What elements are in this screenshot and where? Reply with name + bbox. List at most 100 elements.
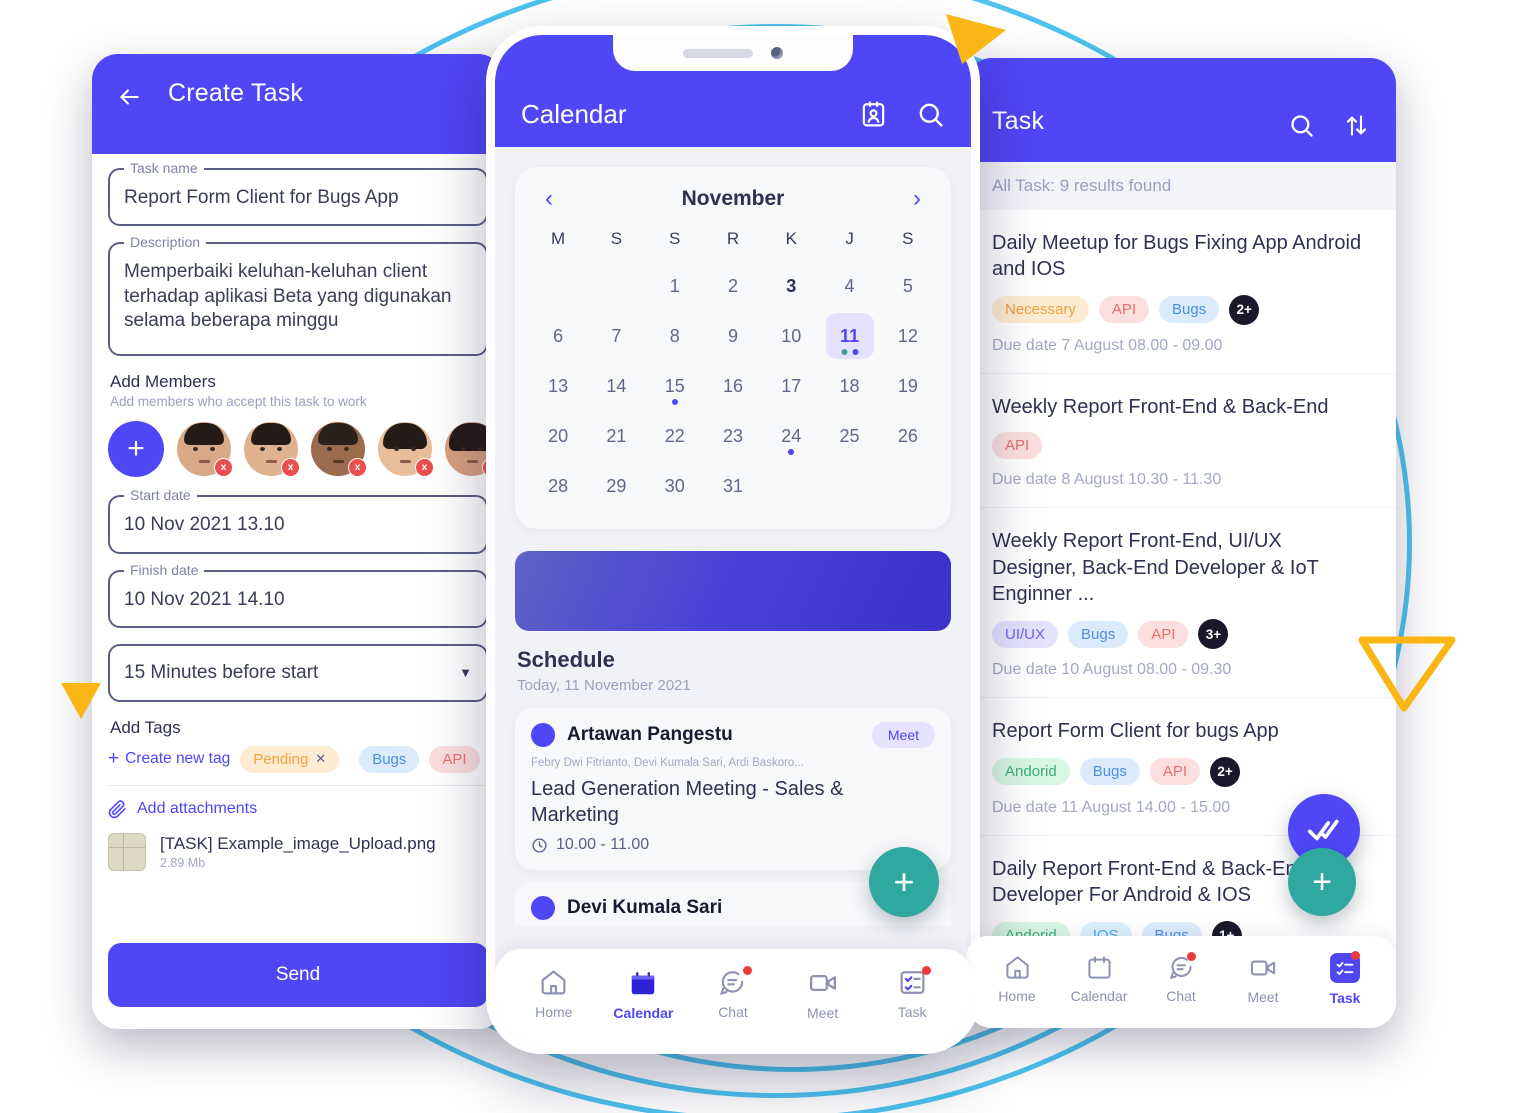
status-badge[interactable]: Meet: [871, 722, 935, 748]
calendar-day-18[interactable]: 18: [820, 361, 878, 411]
calendar-blank-cell: [587, 261, 645, 311]
calendar-day-5[interactable]: 5: [879, 261, 937, 311]
sort-arrows-icon[interactable]: [1343, 112, 1370, 139]
calendar-event-dots: [788, 449, 795, 455]
tab-chat[interactable]: Chat: [1140, 952, 1222, 1004]
status-badge[interactable]: Bugs: [1159, 296, 1220, 324]
calendar-day-31[interactable]: 31: [704, 461, 762, 511]
calendar-day-25[interactable]: 25: [820, 411, 878, 461]
attachment-item[interactable]: [TASK] Example_image_Upload.png 2.89 Mb: [108, 832, 488, 871]
list-item[interactable]: Artawan Pangestu Meet Febry Dwi Fitriant…: [515, 708, 951, 871]
search-icon[interactable]: [1288, 112, 1315, 139]
avatar[interactable]: x: [311, 422, 367, 478]
calendar-day-14[interactable]: 14: [587, 361, 645, 411]
reminder-select[interactable]: 15 Minutes before start ▼: [108, 643, 488, 702]
calendar-day-11[interactable]: 11: [820, 311, 878, 361]
promo-banner[interactable]: [515, 551, 951, 631]
tab-chat[interactable]: Chat: [688, 966, 778, 1020]
calendar-day-30[interactable]: 30: [646, 461, 704, 511]
calendar-day-3[interactable]: 3: [762, 261, 820, 311]
chip-overflow-count[interactable]: 3+: [1198, 619, 1229, 650]
tab-meet[interactable]: Meet: [1222, 954, 1304, 1005]
tab-calendar[interactable]: Calendar: [599, 968, 689, 1021]
calendar-day-26[interactable]: 26: [879, 411, 937, 461]
send-button[interactable]: Send: [108, 943, 488, 1007]
table-row[interactable]: Daily Meetup for Bugs Fixing App Android…: [966, 210, 1396, 374]
status-badge[interactable]: UI/UX: [992, 620, 1059, 648]
calendar-day-10[interactable]: 10: [762, 311, 820, 361]
chevron-left-icon[interactable]: ‹: [539, 187, 559, 211]
composition-stage: Create Task Task name Report Form Client…: [0, 0, 1536, 1113]
remove-member-icon[interactable]: x: [281, 458, 300, 478]
calendar-day-24[interactable]: 24: [762, 411, 820, 461]
avatar[interactable]: x: [244, 422, 300, 478]
chip-overflow-count[interactable]: 2+: [1210, 756, 1241, 787]
calendar-blank-cell: [529, 261, 587, 311]
chevron-right-icon[interactable]: ›: [907, 187, 927, 211]
task-name-field[interactable]: Task name Report Form Client for Bugs Ap…: [108, 160, 488, 227]
calendar-day-label: 10: [781, 325, 802, 346]
finish-date-field[interactable]: Finish date 10 Nov 2021 14.10: [108, 561, 488, 628]
calendar-day-28[interactable]: 28: [529, 461, 587, 511]
calendar-day-16[interactable]: 16: [704, 361, 762, 411]
calendar-day-17[interactable]: 17: [762, 361, 820, 411]
add-member-button[interactable]: +: [108, 421, 164, 478]
calendar-day-1[interactable]: 1: [646, 261, 704, 311]
tab-task[interactable]: Task: [1304, 950, 1386, 1006]
remove-member-icon[interactable]: x: [214, 458, 233, 478]
table-row[interactable]: Weekly Report Front-End & Back-End API D…: [966, 374, 1396, 509]
calendar-day-19[interactable]: 19: [879, 361, 937, 411]
status-badge[interactable]: Bugs: [1068, 620, 1129, 648]
calendar-day-9[interactable]: 9: [704, 311, 762, 361]
status-badge[interactable]: Necessary: [992, 296, 1089, 324]
description-field[interactable]: Description Memperbaiki keluhan-keluhan …: [108, 234, 488, 357]
calendar-day-29[interactable]: 29: [587, 461, 645, 511]
remove-member-icon[interactable]: x: [348, 458, 367, 478]
status-badge[interactable]: API: [1149, 758, 1201, 786]
tag-chip-api[interactable]: API: [429, 745, 480, 773]
close-icon[interactable]: ✕: [315, 751, 326, 767]
plus-icon: +: [893, 861, 915, 902]
calendar-day-7[interactable]: 7: [587, 311, 645, 361]
status-badge[interactable]: API: [1138, 620, 1189, 648]
create-new-tag-button[interactable]: + Create new tag: [108, 748, 230, 770]
status-badge[interactable]: API: [1098, 296, 1150, 324]
tab-home[interactable]: Home: [509, 968, 599, 1020]
calendar-day-2[interactable]: 2: [704, 261, 762, 311]
calendar-day-21[interactable]: 21: [587, 411, 645, 461]
status-badge[interactable]: Bugs: [1079, 758, 1140, 786]
start-date-field[interactable]: Start date 10 Nov 2021 13.10: [108, 487, 488, 554]
calendar-day-4[interactable]: 4: [820, 261, 878, 311]
calendar-day-12[interactable]: 12: [879, 311, 937, 361]
tab-calendar[interactable]: Calendar: [1058, 954, 1140, 1004]
chevron-down-icon[interactable]: ▼: [459, 665, 472, 680]
avatar[interactable]: x: [177, 422, 233, 478]
tag-chip-pending[interactable]: Pending ✕: [240, 745, 340, 773]
calendar-day-20[interactable]: 20: [529, 411, 587, 461]
add-event-fab[interactable]: +: [869, 847, 939, 917]
calendar-day-15[interactable]: 15: [646, 361, 704, 411]
file-thumbnail-icon: [108, 832, 146, 871]
calendar-day-23[interactable]: 23: [704, 411, 762, 461]
calendar-day-6[interactable]: 6: [529, 311, 587, 361]
search-icon[interactable]: [916, 100, 945, 129]
avatar: [531, 723, 555, 747]
arrow-left-icon[interactable]: [114, 82, 144, 112]
status-badge[interactable]: API: [992, 432, 1043, 460]
speaker-grille-icon: [683, 48, 753, 58]
tag-chip-bugs[interactable]: Bugs: [359, 745, 420, 773]
chip-overflow-count[interactable]: 2+: [1229, 294, 1260, 325]
contact-card-icon[interactable]: [859, 100, 888, 129]
add-attachments-button[interactable]: Add attachments: [108, 800, 488, 819]
add-task-fab[interactable]: +: [1288, 848, 1356, 916]
tab-home[interactable]: Home: [976, 954, 1058, 1004]
table-row[interactable]: Weekly Report Front-End, UI/UX Designer,…: [966, 508, 1396, 699]
avatar[interactable]: x: [378, 422, 434, 478]
tab-task[interactable]: Task: [867, 966, 957, 1020]
calendar-day-8[interactable]: 8: [646, 311, 704, 361]
remove-member-icon[interactable]: x: [415, 458, 434, 478]
tab-meet[interactable]: Meet: [778, 968, 868, 1021]
calendar-day-22[interactable]: 22: [646, 411, 704, 461]
calendar-day-13[interactable]: 13: [529, 361, 587, 411]
status-badge[interactable]: Andorid: [992, 758, 1070, 786]
